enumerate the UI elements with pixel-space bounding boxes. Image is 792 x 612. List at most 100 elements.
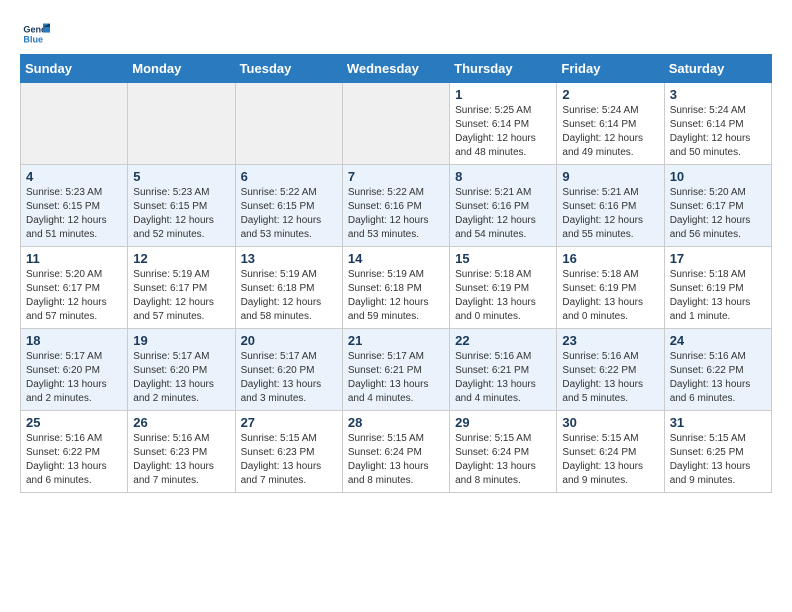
day-info: Sunrise: 5:17 AM Sunset: 6:20 PM Dayligh…	[26, 350, 122, 406]
calendar-cell: 15 Sunrise: 5:18 AM Sunset: 6:19 PM Dayli…	[450, 247, 557, 329]
calendar-cell: 5 Sunrise: 5:23 AM Sunset: 6:15 PM Daylig…	[128, 165, 235, 247]
calendar-week-1: 1 Sunrise: 5:25 AM Sunset: 6:14 PM Daylig…	[21, 83, 772, 165]
calendar-cell: 31Sunrise: 5:15 AM Sunset: 6:25 PM Dayli…	[664, 411, 771, 493]
calendar-cell	[128, 83, 235, 165]
calendar-cell: 6Sunrise: 5:22 AM Sunset: 6:15 PM Daylig…	[235, 165, 342, 247]
day-info: Sunrise: 5:16 AM Sunset: 6:23 PM Dayligh…	[133, 432, 229, 488]
calendar-cell	[342, 83, 449, 165]
day-info: Sunrise: 5:17 AM Sunset: 6:20 PM Dayligh…	[133, 350, 229, 406]
calendar-cell: 3 Sunrise: 5:24 AM Sunset: 6:14 PM Daylig…	[664, 83, 771, 165]
calendar-cell	[21, 83, 128, 165]
calendar-header: SundayMondayTuesdayWednesdayThursdayFrid…	[21, 55, 772, 83]
calendar-cell: 13 Sunrise: 5:19 AM Sunset: 6:18 PM Dayli…	[235, 247, 342, 329]
day-header-wednesday: Wednesday	[342, 55, 449, 83]
calendar-cell: 7Sunrise: 5:22 AM Sunset: 6:16 PM Daylig…	[342, 165, 449, 247]
day-info: Sunrise: 5:25 AM Sunset: 6:14 PM Dayligh…	[455, 104, 551, 160]
calendar-cell: 21Sunrise: 5:17 AM Sunset: 6:21 PM Dayli…	[342, 329, 449, 411]
calendar-week-2: 4 Sunrise: 5:23 AM Sunset: 6:15 PM Daylig…	[21, 165, 772, 247]
day-number: 10	[670, 169, 766, 184]
calendar-cell: 4 Sunrise: 5:23 AM Sunset: 6:15 PM Daylig…	[21, 165, 128, 247]
calendar-cell: 18 Sunrise: 5:17 AM Sunset: 6:20 PM Dayli…	[21, 329, 128, 411]
calendar-week-3: 11 Sunrise: 5:20 AM Sunset: 6:17 PM Dayli…	[21, 247, 772, 329]
calendar-cell: 29 Sunrise: 5:15 AM Sunset: 6:24 PM Dayli…	[450, 411, 557, 493]
calendar-cell: 25Sunrise: 5:16 AM Sunset: 6:22 PM Dayli…	[21, 411, 128, 493]
day-info: Sunrise: 5:16 AM Sunset: 6:22 PM Dayligh…	[670, 350, 766, 406]
day-info: Sunrise: 5:16 AM Sunset: 6:22 PM Dayligh…	[562, 350, 658, 406]
calendar-table: SundayMondayTuesdayWednesdayThursdayFrid…	[20, 54, 772, 493]
calendar-cell: 14 Sunrise: 5:19 AM Sunset: 6:18 PM Dayli…	[342, 247, 449, 329]
day-number: 7	[348, 169, 444, 184]
day-info: Sunrise: 5:24 AM Sunset: 6:14 PM Dayligh…	[562, 104, 658, 160]
day-number: 18	[26, 333, 122, 348]
calendar-cell: 12 Sunrise: 5:19 AM Sunset: 6:17 PM Dayli…	[128, 247, 235, 329]
day-info: Sunrise: 5:20 AM Sunset: 6:17 PM Dayligh…	[26, 268, 122, 324]
day-info: Sunrise: 5:18 AM Sunset: 6:19 PM Dayligh…	[455, 268, 551, 324]
calendar-cell: 16Sunrise: 5:18 AM Sunset: 6:19 PM Dayli…	[557, 247, 664, 329]
calendar-cell: 8 Sunrise: 5:21 AM Sunset: 6:16 PM Daylig…	[450, 165, 557, 247]
calendar-body: 1 Sunrise: 5:25 AM Sunset: 6:14 PM Daylig…	[21, 83, 772, 493]
day-number: 30	[562, 415, 658, 430]
day-number: 13	[241, 251, 337, 266]
day-number: 12	[133, 251, 229, 266]
day-number: 24	[670, 333, 766, 348]
calendar-cell: 28 Sunrise: 5:15 AM Sunset: 6:24 PM Dayli…	[342, 411, 449, 493]
day-number: 17	[670, 251, 766, 266]
calendar-cell: 20 Sunrise: 5:17 AM Sunset: 6:20 PM Dayli…	[235, 329, 342, 411]
calendar-cell: 2 Sunrise: 5:24 AM Sunset: 6:14 PM Daylig…	[557, 83, 664, 165]
day-info: Sunrise: 5:21 AM Sunset: 6:16 PM Dayligh…	[455, 186, 551, 242]
day-info: Sunrise: 5:19 AM Sunset: 6:17 PM Dayligh…	[133, 268, 229, 324]
calendar-week-5: 25Sunrise: 5:16 AM Sunset: 6:22 PM Dayli…	[21, 411, 772, 493]
day-number: 31	[670, 415, 766, 430]
day-header-friday: Friday	[557, 55, 664, 83]
day-info: Sunrise: 5:15 AM Sunset: 6:24 PM Dayligh…	[562, 432, 658, 488]
day-number: 11	[26, 251, 122, 266]
day-info: Sunrise: 5:19 AM Sunset: 6:18 PM Dayligh…	[348, 268, 444, 324]
day-number: 19	[133, 333, 229, 348]
day-number: 8	[455, 169, 551, 184]
day-info: Sunrise: 5:21 AM Sunset: 6:16 PM Dayligh…	[562, 186, 658, 242]
day-number: 16	[562, 251, 658, 266]
day-info: Sunrise: 5:15 AM Sunset: 6:24 PM Dayligh…	[455, 432, 551, 488]
day-info: Sunrise: 5:16 AM Sunset: 6:22 PM Dayligh…	[26, 432, 122, 488]
day-info: Sunrise: 5:19 AM Sunset: 6:18 PM Dayligh…	[241, 268, 337, 324]
logo-icon: General Blue	[22, 20, 50, 48]
day-info: Sunrise: 5:23 AM Sunset: 6:15 PM Dayligh…	[133, 186, 229, 242]
day-info: Sunrise: 5:16 AM Sunset: 6:21 PM Dayligh…	[455, 350, 551, 406]
day-info: Sunrise: 5:24 AM Sunset: 6:14 PM Dayligh…	[670, 104, 766, 160]
day-number: 4	[26, 169, 122, 184]
day-number: 22	[455, 333, 551, 348]
day-info: Sunrise: 5:15 AM Sunset: 6:24 PM Dayligh…	[348, 432, 444, 488]
calendar-cell: 30 Sunrise: 5:15 AM Sunset: 6:24 PM Dayli…	[557, 411, 664, 493]
day-number: 3	[670, 87, 766, 102]
day-info: Sunrise: 5:15 AM Sunset: 6:23 PM Dayligh…	[241, 432, 337, 488]
day-number: 20	[241, 333, 337, 348]
day-info: Sunrise: 5:17 AM Sunset: 6:20 PM Dayligh…	[241, 350, 337, 406]
day-info: Sunrise: 5:22 AM Sunset: 6:15 PM Dayligh…	[241, 186, 337, 242]
day-number: 15	[455, 251, 551, 266]
day-number: 29	[455, 415, 551, 430]
day-number: 14	[348, 251, 444, 266]
day-info: Sunrise: 5:18 AM Sunset: 6:19 PM Dayligh…	[670, 268, 766, 324]
calendar-cell: 26 Sunrise: 5:16 AM Sunset: 6:23 PM Dayli…	[128, 411, 235, 493]
page-header: General Blue	[20, 20, 772, 48]
calendar-cell: 23Sunrise: 5:16 AM Sunset: 6:22 PM Dayli…	[557, 329, 664, 411]
calendar-cell: 11 Sunrise: 5:20 AM Sunset: 6:17 PM Dayli…	[21, 247, 128, 329]
calendar-cell: 9Sunrise: 5:21 AM Sunset: 6:16 PM Daylig…	[557, 165, 664, 247]
day-info: Sunrise: 5:20 AM Sunset: 6:17 PM Dayligh…	[670, 186, 766, 242]
calendar-cell: 19 Sunrise: 5:17 AM Sunset: 6:20 PM Dayli…	[128, 329, 235, 411]
svg-text:Blue: Blue	[23, 34, 43, 44]
calendar-cell: 24 Sunrise: 5:16 AM Sunset: 6:22 PM Dayli…	[664, 329, 771, 411]
calendar-cell	[235, 83, 342, 165]
day-info: Sunrise: 5:23 AM Sunset: 6:15 PM Dayligh…	[26, 186, 122, 242]
day-number: 21	[348, 333, 444, 348]
day-header-thursday: Thursday	[450, 55, 557, 83]
day-number: 1	[455, 87, 551, 102]
day-number: 2	[562, 87, 658, 102]
day-number: 5	[133, 169, 229, 184]
day-number: 28	[348, 415, 444, 430]
calendar-cell: 27Sunrise: 5:15 AM Sunset: 6:23 PM Dayli…	[235, 411, 342, 493]
day-number: 26	[133, 415, 229, 430]
logo: General Blue	[20, 20, 51, 48]
calendar-cell: 10 Sunrise: 5:20 AM Sunset: 6:17 PM Dayli…	[664, 165, 771, 247]
day-header-monday: Monday	[128, 55, 235, 83]
